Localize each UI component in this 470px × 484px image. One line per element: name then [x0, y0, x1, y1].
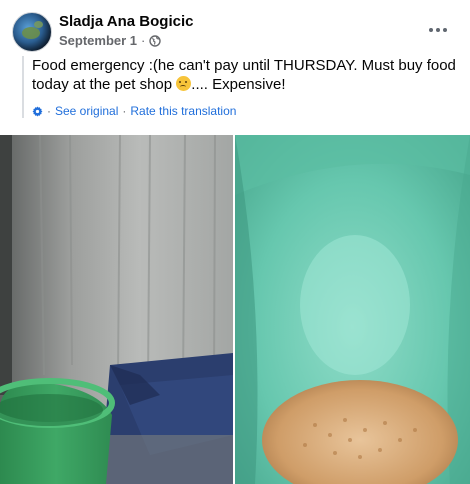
meta-separator: ·	[141, 33, 146, 48]
post-text-part-2: .... Expensive!	[191, 76, 286, 93]
weary-face-emoji-icon	[176, 76, 192, 91]
post-meta: September 1 ·	[59, 33, 162, 48]
post-date[interactable]: September 1	[59, 33, 137, 48]
more-options-icon[interactable]	[428, 20, 448, 40]
photo-bucket-with-food[interactable]	[235, 135, 470, 484]
author-avatar[interactable]	[12, 12, 52, 52]
gear-icon[interactable]	[32, 105, 43, 117]
avatar-globe-land	[22, 27, 40, 39]
globe-icon[interactable]	[149, 34, 162, 47]
photo-bucket-by-wall[interactable]	[0, 135, 233, 484]
post-header: Sladja Ana Bogicic September 1 ·	[0, 0, 470, 56]
see-original-link[interactable]: See original	[55, 104, 118, 118]
translation-separator-2: ·	[122, 104, 127, 118]
post-text: Food emergency :(he can't pay until THUR…	[32, 56, 462, 94]
avatar-globe-land-2	[34, 21, 43, 28]
translated-post-body: Food emergency :(he can't pay until THUR…	[22, 56, 462, 118]
rate-translation-link[interactable]: Rate this translation	[130, 104, 236, 118]
author-name[interactable]: Sladja Ana Bogicic	[59, 13, 193, 30]
translation-links: · See original · Rate this translation	[32, 104, 462, 118]
translation-separator-1: ·	[47, 104, 51, 118]
